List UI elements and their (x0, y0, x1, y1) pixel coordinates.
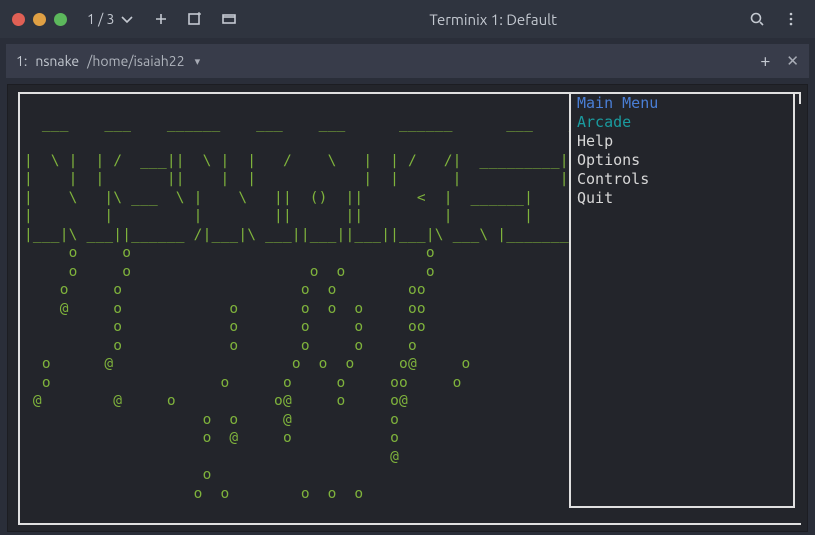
maximize-window-icon[interactable] (54, 13, 67, 26)
chevron-down-icon (119, 11, 135, 27)
menu-item-options[interactable]: Options (577, 151, 787, 170)
window-controls (12, 13, 67, 26)
add-tab-button[interactable]: + (760, 51, 770, 71)
menu-button[interactable] (775, 4, 807, 34)
minimize-window-icon[interactable] (33, 13, 46, 26)
layout-icon (221, 11, 237, 27)
new-terminal-icon (187, 11, 203, 27)
close-tab-button[interactable]: ✕ (786, 52, 799, 70)
add-session-button[interactable] (145, 4, 177, 34)
menu-item-help[interactable]: Help (577, 132, 787, 151)
terminal-content: ___ ___ ______ ___ ___ ______ ___ ___ __… (18, 92, 801, 525)
game-menu: Main Menu Arcade Help Options Controls Q… (569, 92, 795, 508)
menu-item-quit[interactable]: Quit (577, 189, 787, 208)
tab-bar: 1: nsnake /home/isaiah22 ▾ + ✕ (6, 44, 809, 78)
menu-title: Main Menu (577, 94, 787, 113)
tab-index: 1: (16, 53, 27, 69)
tab-process: nsnake (35, 53, 79, 69)
plus-icon (153, 11, 169, 27)
layout-button[interactable] (213, 4, 245, 34)
window-title: Terminix 1: Default (247, 11, 739, 28)
tab-session[interactable]: 1: nsnake /home/isaiah22 ▾ (16, 53, 760, 69)
tab-cwd: /home/isaiah22 (87, 53, 184, 69)
menu-item-selected[interactable]: Arcade (577, 113, 787, 132)
search-icon (749, 11, 765, 27)
page-indicator[interactable]: 1 / 3 (79, 4, 143, 34)
menu-item-controls[interactable]: Controls (577, 170, 787, 189)
kebab-icon (783, 11, 799, 27)
search-button[interactable] (741, 4, 773, 34)
chevron-down-icon: ▾ (195, 55, 201, 68)
close-window-icon[interactable] (12, 13, 25, 26)
page-indicator-label: 1 / 3 (87, 11, 114, 27)
titlebar: 1 / 3 Terminix 1: Default (0, 0, 815, 38)
terminal-pane[interactable]: ___ ___ ______ ___ ___ ______ ___ ___ __… (7, 84, 808, 532)
new-terminal-button[interactable] (179, 4, 211, 34)
